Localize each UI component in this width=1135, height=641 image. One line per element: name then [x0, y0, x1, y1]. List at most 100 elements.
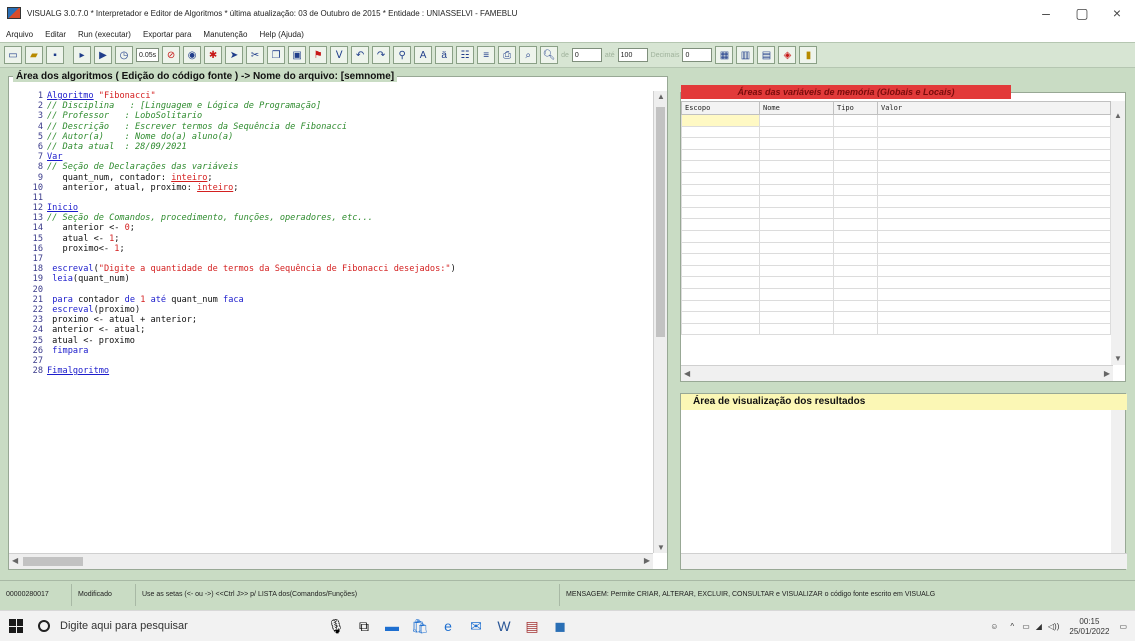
notifications-icon[interactable]: ▭: [1119, 622, 1127, 631]
taskbar-search[interactable]: Digite aqui para pesquisar: [32, 611, 292, 641]
variable-cell[interactable]: [833, 322, 878, 336]
mail-icon[interactable]: ✉: [462, 611, 490, 641]
code-line[interactable]: 10 anterior, atual, proximo: inteiro;: [11, 183, 653, 193]
variable-cell[interactable]: [877, 253, 1111, 266]
variable-row[interactable]: [681, 287, 1111, 301]
variable-cell[interactable]: [681, 229, 760, 243]
exit-icon[interactable]: ▮: [799, 46, 818, 64]
variable-cell[interactable]: [833, 114, 878, 127]
variable-cell[interactable]: [759, 125, 834, 139]
variable-cell[interactable]: [833, 229, 878, 243]
variable-cell[interactable]: [877, 287, 1111, 301]
code-line[interactable]: 26 fimpara: [11, 346, 653, 356]
variables-table[interactable]: Escopo Nome Tipo Valor: [681, 101, 1111, 336]
text-icon[interactable]: Ⅴ: [330, 46, 349, 64]
battery-icon[interactable]: ▭: [1022, 622, 1030, 631]
variable-row[interactable]: [681, 322, 1111, 336]
code-line[interactable]: 21 para contador de 1 até quant_num faca: [11, 295, 653, 305]
code-line[interactable]: 5 // Autor(a) : Nome do(a) aluno(a): [11, 132, 653, 142]
media-icon[interactable]: ▤: [518, 611, 546, 641]
variable-row[interactable]: [681, 218, 1111, 231]
code-line[interactable]: 25 atual <- proximo: [11, 336, 653, 346]
variable-cell[interactable]: [877, 183, 1111, 197]
code-line[interactable]: 15 atual <- 1;: [11, 234, 653, 244]
variable-cell[interactable]: [681, 299, 760, 313]
variable-cell[interactable]: [877, 114, 1111, 127]
scroll-left-icon[interactable]: ◀: [12, 556, 18, 565]
run-icon[interactable]: ▶: [94, 46, 112, 64]
speed-select[interactable]: 0.05s: [136, 48, 160, 62]
variable-cell[interactable]: [877, 206, 1111, 220]
scroll-up-icon[interactable]: ▲: [1114, 111, 1122, 120]
code-line[interactable]: 22 escreval(proximo): [11, 305, 653, 315]
editor-vertical-thumb[interactable]: [656, 107, 665, 337]
menu-arquivo[interactable]: Arquivo: [6, 30, 33, 39]
variable-cell[interactable]: [877, 160, 1111, 173]
variable-cell[interactable]: [759, 148, 834, 162]
variable-cell[interactable]: [877, 125, 1111, 139]
replace-icon[interactable]: A: [414, 46, 433, 64]
run-step-icon[interactable]: ▸: [73, 46, 91, 64]
variable-cell[interactable]: [759, 241, 834, 255]
variable-cell[interactable]: [759, 299, 834, 313]
variable-cell[interactable]: [759, 114, 834, 127]
variable-cell[interactable]: [877, 171, 1111, 185]
stop-icon[interactable]: ⊘: [162, 46, 181, 64]
scroll-right-icon[interactable]: ▶: [644, 556, 650, 565]
store-icon[interactable]: 🛍︎: [406, 611, 434, 641]
variable-cell[interactable]: [759, 171, 834, 185]
variable-row[interactable]: [681, 276, 1111, 289]
maximize-button[interactable]: ▢: [1064, 0, 1100, 26]
variable-cell[interactable]: [759, 287, 834, 301]
variable-cell[interactable]: [681, 311, 760, 324]
variable-row[interactable]: [681, 264, 1111, 278]
menu-editar[interactable]: Editar: [45, 30, 66, 39]
variable-row[interactable]: [681, 253, 1111, 266]
variable-cell[interactable]: [877, 264, 1111, 278]
variable-cell[interactable]: [759, 229, 834, 243]
variable-cell[interactable]: [833, 253, 878, 266]
scroll-down-icon[interactable]: ▼: [657, 543, 665, 552]
code-line[interactable]: 3 // Professor : LoboSolitario: [11, 111, 653, 121]
variable-cell[interactable]: [759, 137, 834, 150]
variable-cell[interactable]: [833, 148, 878, 162]
indent-icon[interactable]: ☷: [456, 46, 475, 64]
variable-cell[interactable]: [833, 195, 878, 208]
range-from-field[interactable]: 0: [571, 48, 602, 62]
variable-cell[interactable]: [681, 276, 760, 289]
code-line[interactable]: 11: [11, 193, 653, 203]
variable-row[interactable]: [681, 183, 1111, 197]
variable-cell[interactable]: [877, 311, 1111, 324]
variable-row[interactable]: [681, 160, 1111, 173]
microphone-icon[interactable]: 🎙︎: [322, 611, 350, 641]
variable-cell[interactable]: [833, 287, 878, 301]
code-line[interactable]: 16 proximo<- 1;: [11, 244, 653, 254]
variable-cell[interactable]: [681, 241, 760, 255]
visualg-taskbar-icon[interactable]: ◼: [546, 611, 574, 641]
variable-row[interactable]: [681, 171, 1111, 185]
editor-horizontal-scrollbar[interactable]: ◀ ▶: [9, 553, 653, 569]
code-line[interactable]: 27: [11, 356, 653, 366]
code-line[interactable]: 12 Inicio: [11, 203, 653, 213]
menu-manutencao[interactable]: Manutenção: [203, 30, 247, 39]
redo-icon[interactable]: ↷: [372, 46, 391, 64]
desktop-icon[interactable]: ▬: [378, 611, 406, 641]
zoom-icon[interactable]: 🔍︎: [540, 46, 559, 64]
cut-icon[interactable]: ✂: [246, 46, 265, 64]
print-icon[interactable]: ⎙: [498, 46, 517, 64]
column-tipo[interactable]: Tipo: [833, 101, 878, 115]
variable-row[interactable]: [681, 148, 1111, 162]
code-line[interactable]: 6 // Data atual : 28/09/2021: [11, 142, 653, 152]
code-line[interactable]: 23 proximo <- atual + anterior;: [11, 315, 653, 325]
minimize-button[interactable]: –: [1028, 0, 1064, 26]
variable-cell[interactable]: [759, 322, 834, 336]
find-icon[interactable]: ⚲: [393, 46, 412, 64]
variable-cell[interactable]: [759, 183, 834, 197]
code-line[interactable]: 9 quant_num, contador: inteiro;: [11, 173, 653, 183]
variable-cell[interactable]: [681, 183, 760, 197]
breakpoint-icon[interactable]: ◉: [183, 46, 202, 64]
variable-cell[interactable]: [759, 276, 834, 289]
scroll-down-icon[interactable]: ▼: [1114, 354, 1122, 363]
variable-cell[interactable]: [877, 218, 1111, 231]
code-line[interactable]: 13 // Seção de Comandos, procedimento, fu…: [11, 213, 653, 223]
